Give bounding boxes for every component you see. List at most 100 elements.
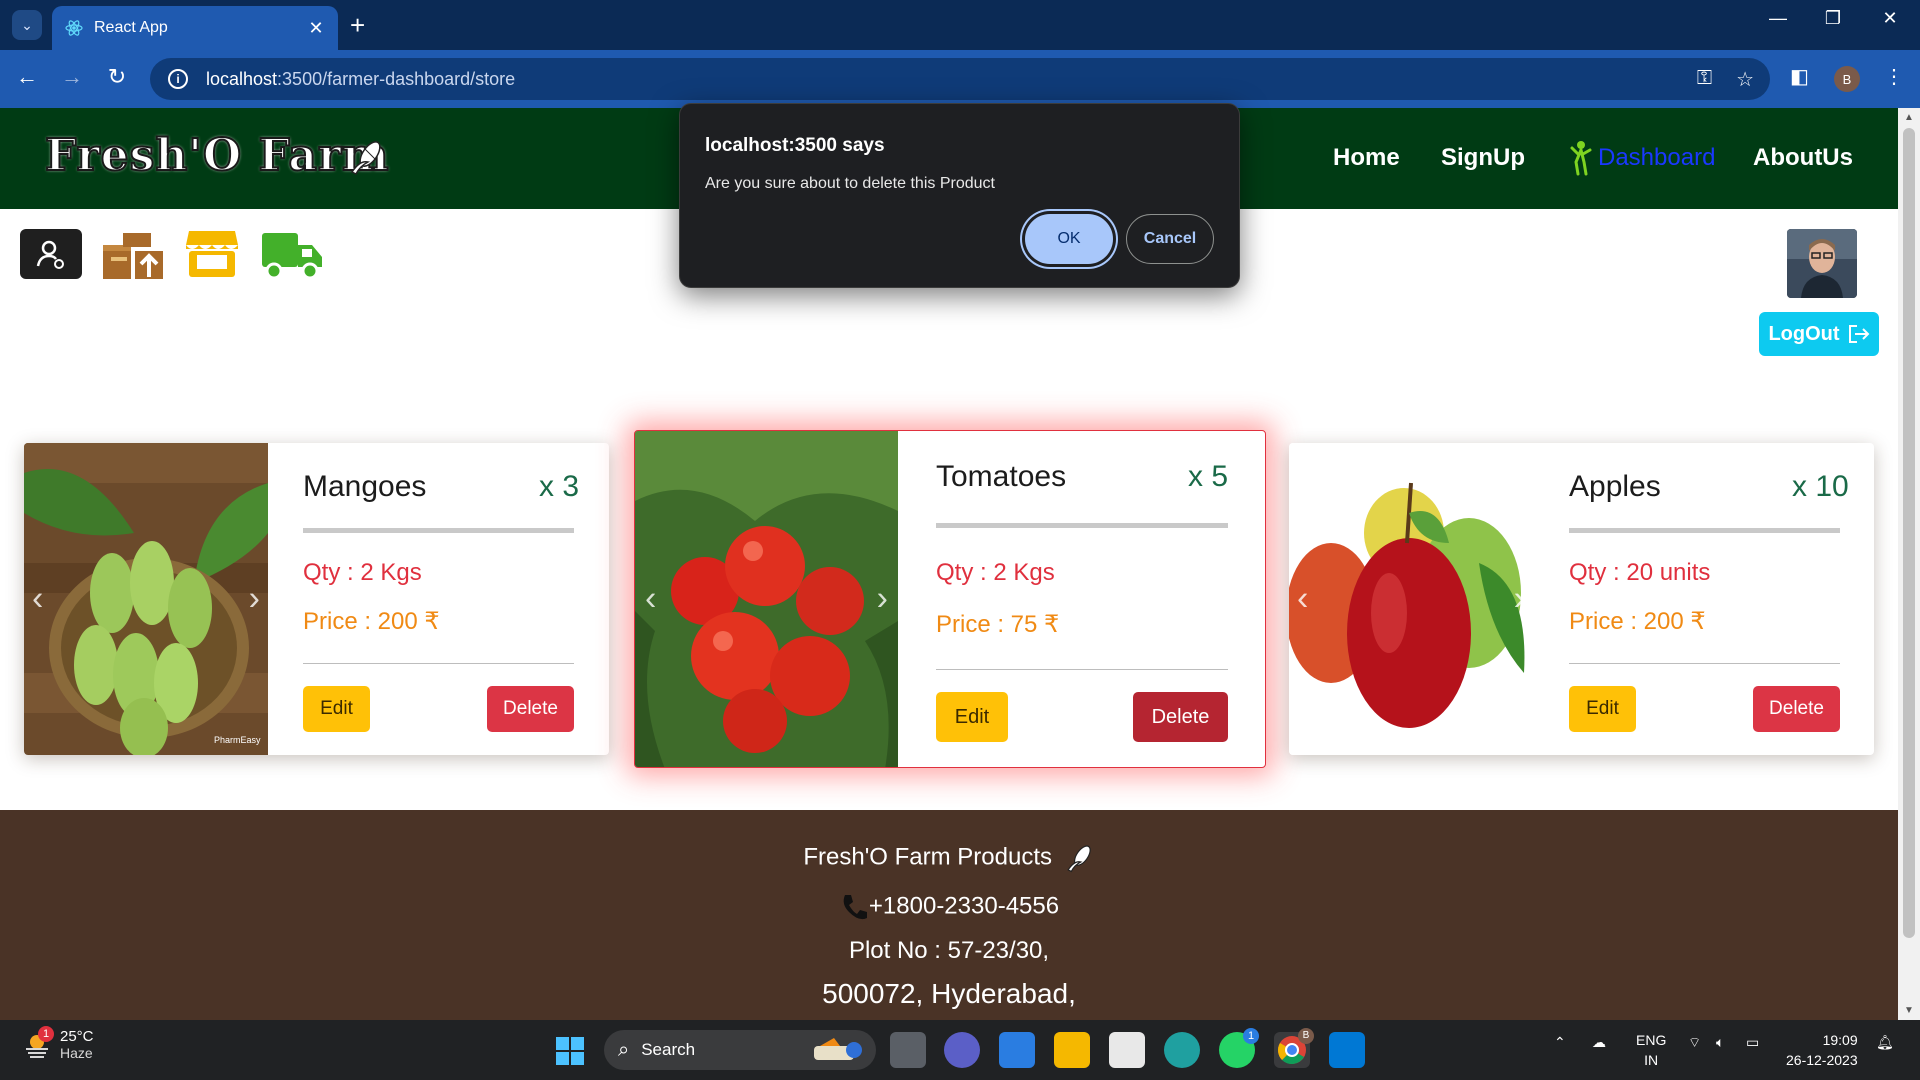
- back-arrow-icon[interactable]: ←: [12, 64, 42, 90]
- footer-address-2: 500072, Hyderabad,: [822, 978, 1076, 1009]
- tab-close-icon[interactable]: ✕: [306, 18, 326, 39]
- boxes-upload-icon: [103, 233, 163, 279]
- dialog-cancel-button[interactable]: Cancel: [1126, 214, 1214, 264]
- carousel-prev-icon[interactable]: ‹: [645, 580, 656, 619]
- product-card-tomatoes: ‹ › Tomatoes x 5 Qty : 2 Kgs Price : 75 …: [634, 430, 1266, 768]
- taskbar-search[interactable]: ⌕ Search: [604, 1030, 876, 1070]
- weather-condition: Haze: [60, 1045, 93, 1061]
- product-qty: Qty : 2 Kgs: [936, 559, 1055, 586]
- new-tab-button[interactable]: +: [350, 10, 365, 40]
- vscode-icon[interactable]: [1329, 1032, 1365, 1068]
- mango-photo: [24, 443, 268, 755]
- carousel-next-icon[interactable]: ›: [249, 580, 260, 619]
- footer-brand-line: Fresh'O Farm Products: [0, 843, 1898, 873]
- onedrive-icon[interactable]: ☁: [1592, 1034, 1606, 1051]
- dialog-ok-button[interactable]: OK: [1025, 214, 1113, 264]
- corn-icon: [350, 141, 381, 176]
- restore-button[interactable]: ❐: [1813, 8, 1853, 29]
- delivery-button[interactable]: [260, 229, 324, 281]
- ms-store-icon[interactable]: [1109, 1032, 1145, 1068]
- product-name: Mangoes: [303, 470, 427, 503]
- scroll-up-icon[interactable]: ▲: [1898, 112, 1920, 123]
- product-image-apples: ‹ ›: [1289, 443, 1533, 755]
- phone-icon: [843, 895, 867, 920]
- carousel-prev-icon[interactable]: ‹: [1297, 580, 1308, 619]
- edit-button[interactable]: Edit: [303, 686, 370, 732]
- avatar-photo: [1787, 229, 1857, 298]
- chrome-taskbar-button[interactable]: B: [1274, 1028, 1314, 1068]
- browser-profile-avatar[interactable]: B: [1834, 66, 1860, 92]
- whatsapp-icon[interactable]: 1: [1219, 1028, 1259, 1068]
- logout-icon: [1848, 325, 1869, 343]
- add-product-button[interactable]: [101, 229, 165, 281]
- farmer-avatar[interactable]: [1787, 229, 1857, 298]
- product-qty: Qty : 2 Kgs: [303, 559, 422, 586]
- edge-icon[interactable]: [1164, 1032, 1200, 1068]
- reload-icon[interactable]: ↻: [102, 64, 132, 90]
- side-panel-icon[interactable]: ◧: [1790, 64, 1809, 89]
- store-icon: [186, 231, 238, 277]
- battery-icon[interactable]: ▭: [1746, 1034, 1759, 1051]
- teams-icon[interactable]: [944, 1032, 980, 1068]
- taskbar-clock[interactable]: 19:09 26-12-2023: [1786, 1030, 1858, 1070]
- logout-label: LogOut: [1768, 322, 1840, 345]
- product-count: x 3: [539, 470, 580, 503]
- site-logo[interactable]: Fresh'O Farm: [44, 129, 390, 182]
- browser-menu-icon[interactable]: ⋮: [1884, 64, 1904, 89]
- minimize-button[interactable]: —: [1758, 8, 1798, 29]
- mail-icon[interactable]: [999, 1032, 1035, 1068]
- scroll-down-icon[interactable]: ▼: [1898, 1005, 1920, 1016]
- product-price: Price : 200 ₹: [303, 608, 440, 635]
- forward-arrow-icon[interactable]: →: [57, 64, 87, 90]
- edit-button[interactable]: Edit: [936, 692, 1008, 742]
- delete-button[interactable]: Delete: [1133, 692, 1228, 742]
- page-scrollbar[interactable]: ▲ ▼: [1898, 108, 1920, 1020]
- confirm-dialog: localhost:3500 says Are you sure about t…: [679, 103, 1240, 288]
- url-input[interactable]: i localhost:3500/farmer-dashboard/store …: [150, 58, 1770, 100]
- tab-search-button[interactable]: ⌄: [12, 10, 42, 40]
- divider: [303, 663, 574, 664]
- nav-home[interactable]: Home: [1333, 144, 1400, 172]
- nav-signup[interactable]: SignUp: [1441, 144, 1525, 172]
- nav-aboutus[interactable]: AboutUs: [1753, 144, 1853, 172]
- url-host: localhost: [206, 68, 278, 89]
- notification-bell-icon[interactable]: 🔔︎: [1876, 1034, 1894, 1051]
- carousel-next-icon[interactable]: ›: [1514, 580, 1525, 619]
- password-key-icon[interactable]: ⚿: [1697, 67, 1712, 92]
- edit-button[interactable]: Edit: [1569, 686, 1636, 732]
- volume-icon[interactable]: 🔈︎: [1716, 1034, 1724, 1051]
- scroll-thumb[interactable]: [1903, 128, 1915, 938]
- carousel-next-icon[interactable]: ›: [877, 580, 888, 619]
- address-bar: ← → ↻ i localhost:3500/farmer-dashboard/…: [0, 50, 1920, 108]
- divider: [303, 528, 574, 533]
- carousel-prev-icon[interactable]: ‹: [32, 580, 43, 619]
- task-view-icon[interactable]: [890, 1032, 926, 1068]
- language-indicator[interactable]: ENG IN: [1636, 1030, 1666, 1070]
- product-image-mangoes: PharmEasy ‹ ›: [24, 443, 268, 755]
- profile-settings-button[interactable]: [20, 229, 82, 279]
- bookmark-star-icon[interactable]: ☆: [1736, 67, 1754, 92]
- wifi-icon[interactable]: ⌔: [1688, 1034, 1701, 1052]
- weather-widget[interactable]: 1 25°C Haze: [22, 1025, 94, 1061]
- product-image-tomatoes: ‹ ›: [635, 431, 898, 767]
- search-label: Search: [641, 1040, 696, 1059]
- logout-button[interactable]: LogOut: [1759, 312, 1879, 356]
- product-count: x 5: [1188, 460, 1229, 493]
- delete-button[interactable]: Delete: [1753, 686, 1840, 732]
- site-info-icon[interactable]: i: [168, 69, 188, 89]
- delete-button[interactable]: Delete: [487, 686, 574, 732]
- weather-badge: 1: [38, 1025, 54, 1042]
- file-explorer-icon[interactable]: [1054, 1032, 1090, 1068]
- search-icon: ⌕: [618, 1038, 630, 1061]
- windows-start-icon[interactable]: [555, 1036, 585, 1066]
- store-button[interactable]: [185, 229, 239, 279]
- whatsapp-badge: 1: [1243, 1028, 1259, 1044]
- close-window-button[interactable]: ✕: [1870, 8, 1910, 29]
- user-gear-icon: [36, 240, 64, 269]
- weather-temp: 25°C: [60, 1028, 94, 1045]
- browser-tab[interactable]: React App ✕: [52, 6, 338, 50]
- nav-dashboard[interactable]: Dashboard: [1598, 144, 1715, 172]
- corn-icon: [1066, 845, 1091, 873]
- tray-chevron-icon[interactable]: ⌃: [1554, 1034, 1566, 1051]
- footer-brand: Fresh'O Farm Products: [803, 843, 1052, 871]
